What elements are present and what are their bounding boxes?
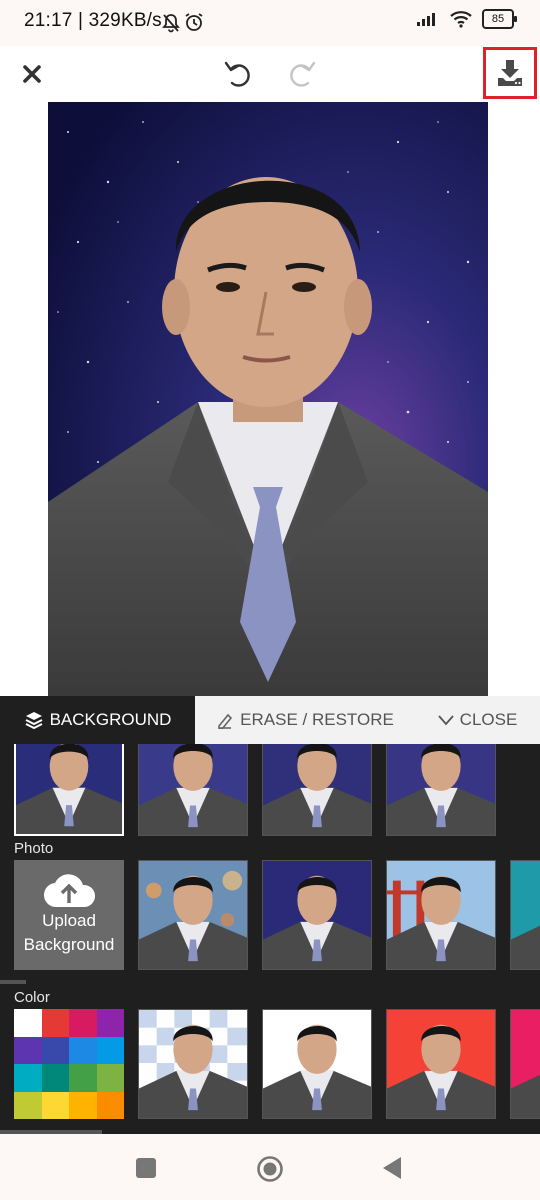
palette-swatch [96,1091,124,1119]
thumbnail-image [263,744,371,835]
palette-swatch [14,1091,42,1119]
square-icon[interactable] [135,1157,157,1179]
thumbnail-image [263,861,371,969]
thumbnail-image [263,1010,371,1118]
layers-icon [25,712,43,730]
portrait-image [48,102,488,696]
photo-section-label: Photo [14,840,54,857]
photo-bg-thumb[interactable] [138,860,248,970]
upload-background-button[interactable]: Upload Background [14,860,124,970]
thumbnail-image [387,861,495,969]
thumbnail-image [139,744,247,835]
palette-swatch [69,1009,97,1037]
preset-thumb[interactable] [262,744,372,836]
palette-swatch [41,1036,69,1064]
battery-indicator: 85 [482,9,517,29]
thumbnail-image [387,1010,495,1118]
status-time: 21:17 | 329KB/s [24,10,162,31]
palette-swatch [14,1009,42,1037]
cloud-upload-icon [44,874,95,908]
upload-label-line2: Background [23,935,115,954]
photo-row: Upload Background [0,860,540,970]
tab-close[interactable]: CLOSE [425,696,530,744]
tab-background[interactable]: BACKGROUND [0,696,195,744]
palette-swatch [69,1064,97,1092]
palette-swatch [14,1064,42,1092]
preset-thumb[interactable] [138,744,248,836]
undo-icon [224,61,250,87]
edited-photo [48,102,488,696]
white-bg-thumb[interactable] [262,1009,372,1119]
thumbnail-image [511,861,540,969]
transparent-bg-thumb[interactable] [138,1009,248,1119]
editor-toolbar [0,46,540,102]
chevron-down-icon [437,715,454,726]
red-bg-thumb[interactable] [386,1009,496,1119]
redo-icon [290,61,316,87]
bell-off-icon [162,14,180,33]
signal-icon [417,13,435,26]
tab-background-label: BACKGROUND [49,710,172,729]
photo-row-scrollbar[interactable] [0,980,26,984]
download-icon [498,60,522,86]
wifi-icon [450,11,472,28]
palette-swatch [96,1036,124,1064]
color-palette-picker[interactable] [14,1009,124,1119]
preset-thumb[interactable] [386,744,496,836]
color-row [0,1009,540,1119]
thumbnail-image [139,861,247,969]
palette-swatch [69,1036,97,1064]
tab-erase-restore[interactable]: ERASE / RESTORE [205,696,405,744]
palette-swatch [41,1009,69,1037]
palette-swatch [96,1064,124,1092]
tab-erase-restore-label: ERASE / RESTORE [240,710,394,729]
thumbnail-image [511,1010,540,1118]
color-section-label: Color [14,989,50,1006]
upload-label-line1: Upload [42,911,96,930]
circle-icon[interactable] [256,1155,284,1183]
alarm-icon [185,13,203,31]
palette-swatch [41,1091,69,1119]
thumbnail-image [16,744,122,834]
redo-button[interactable] [278,46,326,102]
photo-bg-thumb[interactable] [262,860,372,970]
tab-close-label: CLOSE [459,710,518,729]
preset-row [0,744,540,836]
undo-button[interactable] [214,46,262,102]
download-button[interactable] [483,47,537,99]
photo-canvas[interactable] [0,102,540,696]
pink-bg-thumb[interactable] [510,1009,540,1119]
close-icon [23,65,41,83]
triangle-back-icon[interactable] [381,1156,403,1180]
palette-swatch [96,1009,124,1037]
preset-thumb[interactable] [14,744,124,836]
thumbnail-image [387,744,495,835]
palette-swatch [41,1064,69,1092]
system-nav-bar [0,1134,540,1200]
palette-swatch [14,1036,42,1064]
eraser-icon [218,713,233,729]
thumbnail-image [139,1010,247,1118]
palette-swatch [69,1091,97,1119]
photo-bg-thumb[interactable] [386,860,496,970]
close-button[interactable] [10,46,54,102]
panel-tabs: BACKGROUND ERASE / RESTORE CLOSE [0,696,540,744]
background-panel: BACKGROUND ERASE / RESTORE CLOSE Photo U… [0,696,540,1134]
photo-bg-thumb[interactable] [510,860,540,970]
status-bar: 21:17 | 329KB/s 85 [0,0,540,46]
